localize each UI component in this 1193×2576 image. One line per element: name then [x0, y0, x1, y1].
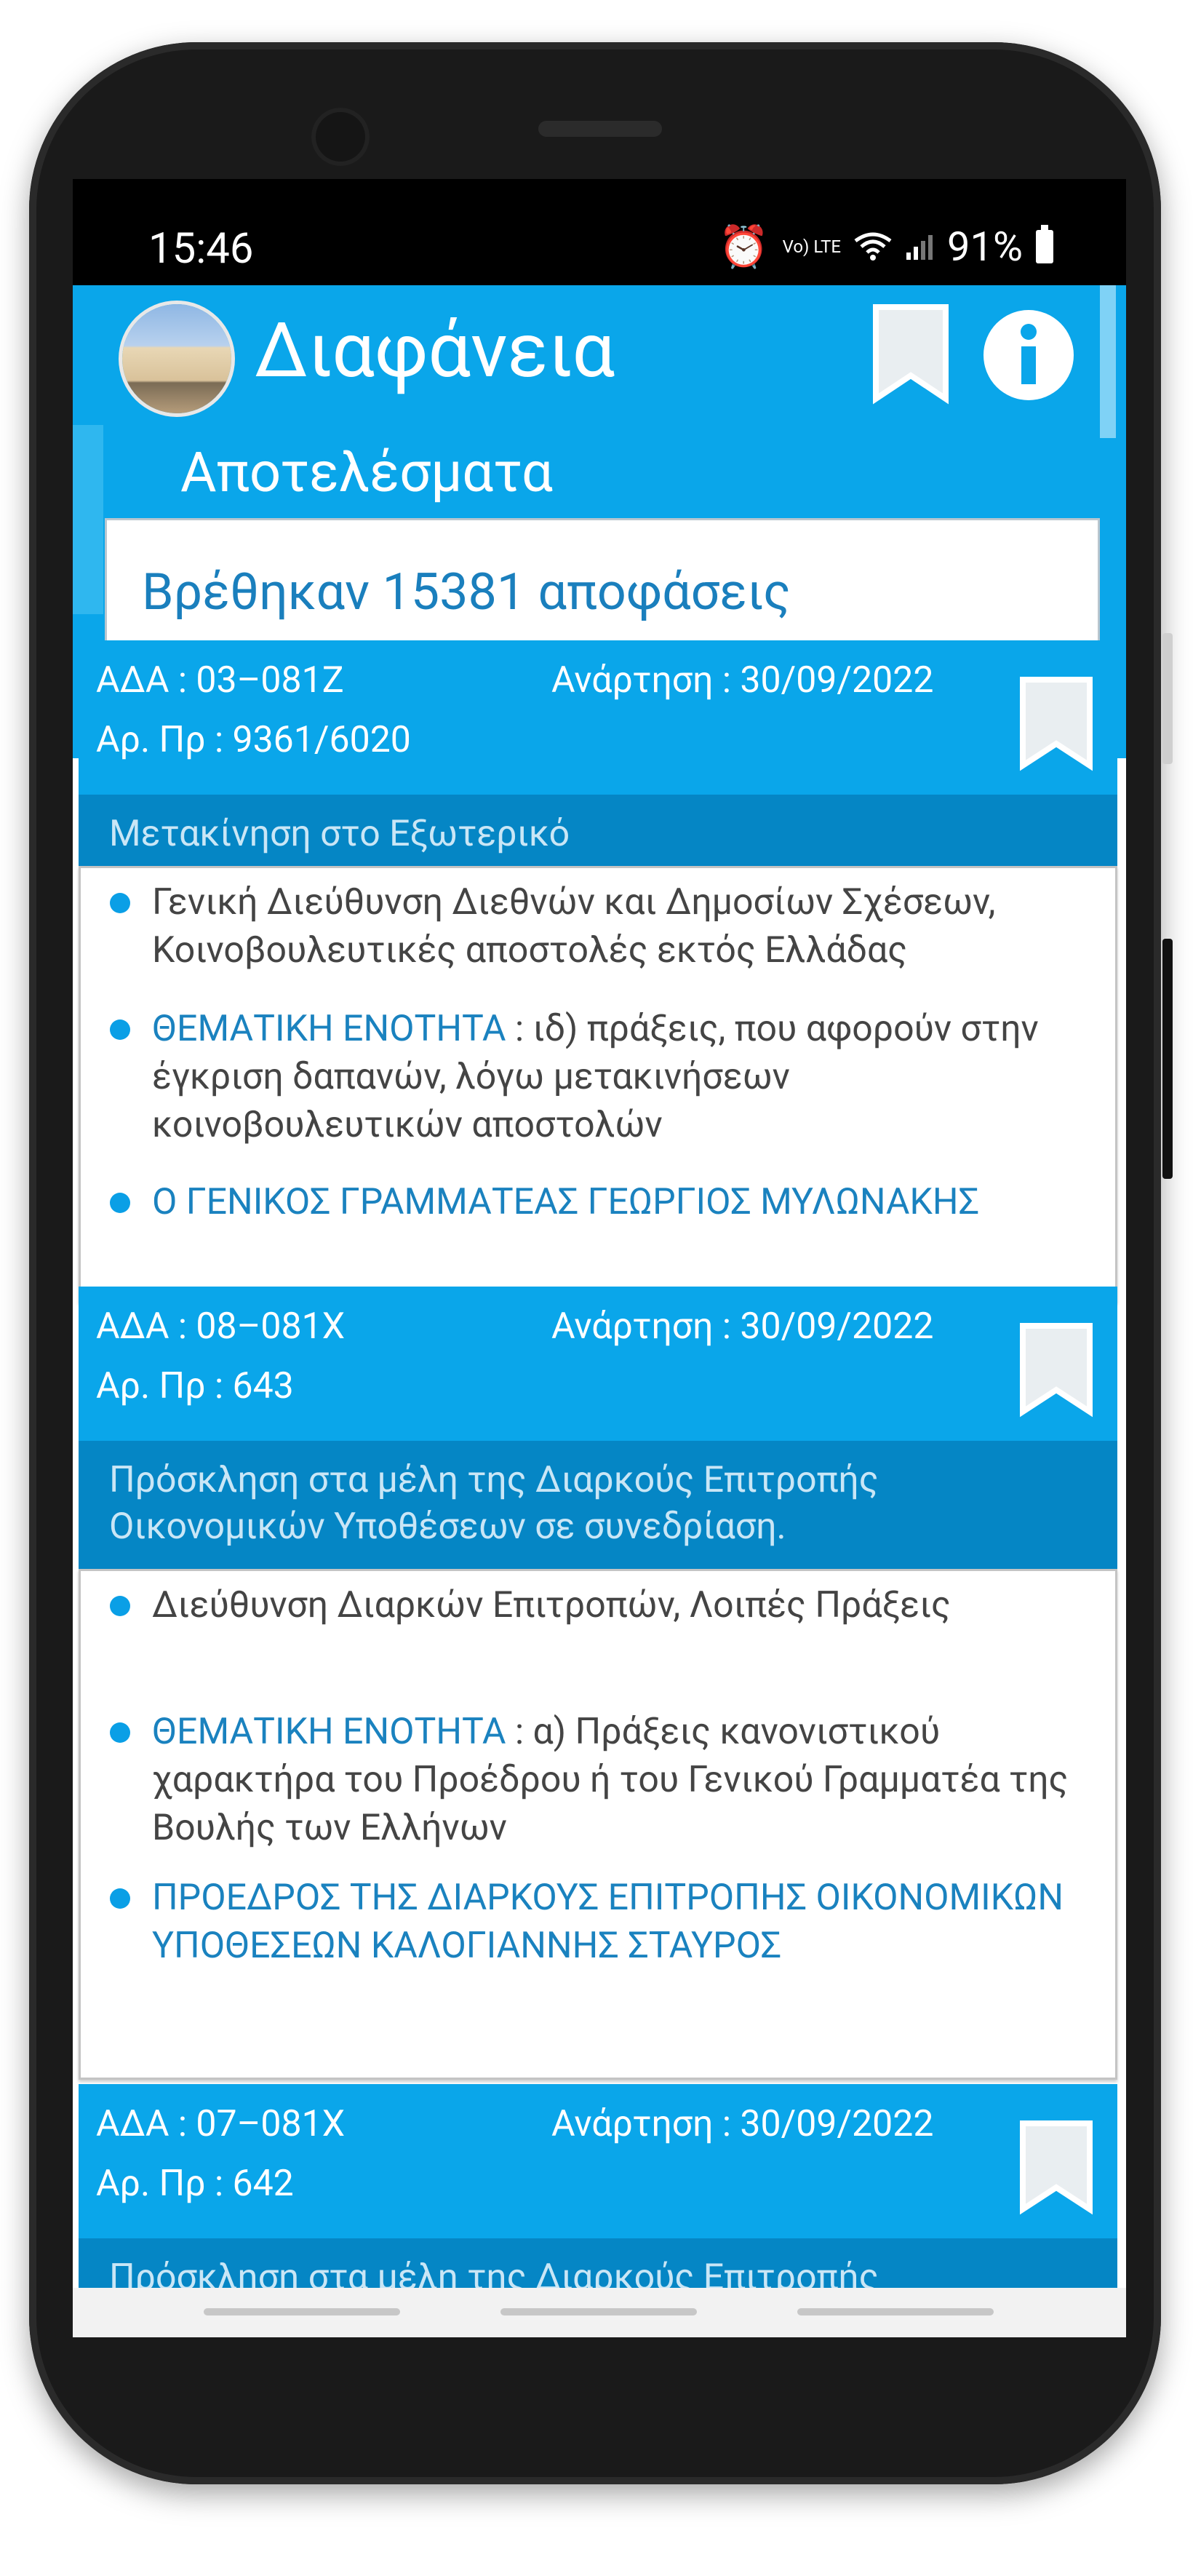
department-item: Γενική Διεύθυνση Διεθνών και Δημοσίων Σχ…: [110, 878, 1092, 974]
signal-icon: [906, 235, 933, 260]
power-key: [1162, 939, 1173, 1179]
thematic-label: ΘΕΜΑΤΙΚΗ ΕΝΟΤΗΤΑ: [152, 1008, 506, 1050]
department-text: Διεύθυνση Διαρκών Επιτροπών, Λοιπές Πράξ…: [152, 1584, 951, 1626]
results-count: Βρέθηκαν 15381 αποφάσεις: [142, 562, 791, 622]
protocol-number: Αρ. Πρ : 9361/6020: [96, 719, 411, 761]
bullet-dot: [110, 1722, 130, 1743]
card-header: ΑΔΑ : 07–081Χ Αρ. Πρ : 642 Ανάρτηση : 30…: [79, 2084, 1117, 2238]
bullet-dot: [110, 893, 130, 913]
thematic-label: ΘΕΜΑΤΙΚΗ ΕΝΟΤΗΤΑ: [152, 1711, 506, 1753]
decision-card[interactable]: ΑΔΑ : 03–081Ζ Αρ. Πρ : 9361/6020 Ανάρτησ…: [79, 640, 1117, 1304]
bullet-dot: [110, 1193, 130, 1213]
department-text: Γενική Διεύθυνση Διεθνών και Δημοσίων Σχ…: [152, 881, 996, 971]
card-details: Διεύθυνση Διαρκών Επιτροπών, Λοιπές Πράξ…: [79, 1569, 1117, 2080]
parliament-logo: [122, 304, 231, 413]
thematic-text: ΘΕΜΑΤΙΚΗ ΕΝΟΤΗΤΑ : ιδ) πράξεις, που αφορ…: [152, 1005, 1092, 1149]
bookmark-icon[interactable]: [1018, 675, 1094, 771]
card-details: Γενική Διεύθυνση Διεθνών και Δημοσίων Σχ…: [79, 866, 1117, 1303]
alarm-icon: ⏰: [718, 223, 770, 271]
status-icons: ⏰ Vo) LTE 91%: [719, 223, 1053, 271]
card-subject: Πρόσκληση στα μέλη της Διαρκούς Επιτροπή…: [79, 1441, 1117, 1569]
posting-date: Ανάρτηση : 30/09/2022: [551, 1305, 934, 1348]
signatory-item: ΠΡΟΕΔΡΟΣ ΤΗΣ ΔΙΑΡΚΟΥΣ ΕΠΙΤΡΟΠΗΣ ΟΙΚΟΝΟΜΙ…: [110, 1874, 1092, 1970]
status-bar: 15:46 ⏰ Vo) LTE 91%: [73, 179, 1126, 285]
wifi-icon: [854, 232, 892, 261]
app-title: Διαφάνεια: [255, 307, 615, 395]
protocol-number: Αρ. Πρ : 642: [96, 2163, 294, 2205]
ada-label: ΑΔΑ : 08–081Χ: [96, 1305, 346, 1348]
department-item: Διεύθυνση Διαρκών Επιτροπών, Λοιπές Πράξ…: [110, 1581, 1092, 1629]
thematic-item: ΘΕΜΑΤΙΚΗ ΕΝΟΤΗΤΑ : α) Πράξεις κανονιστικ…: [110, 1708, 1092, 1852]
signatory-text: ΠΡΟΕΔΡΟΣ ΤΗΣ ΔΙΑΡΚΟΥΣ ΕΠΙΤΡΟΠΗΣ ΟΙΚΟΝΟΜΙ…: [152, 1877, 1064, 1967]
card-header: ΑΔΑ : 03–081Ζ Αρ. Πρ : 9361/6020 Ανάρτησ…: [79, 640, 1117, 795]
volte-icon: Vo) LTE: [782, 236, 842, 257]
front-camera: [311, 108, 370, 166]
posting-date: Ανάρτηση : 30/09/2022: [551, 659, 934, 701]
battery-icon: [1036, 225, 1053, 263]
bullet-dot: [110, 1019, 130, 1040]
earpiece-speaker: [538, 121, 662, 137]
signatory-text: Ο ΓΕΝΙΚΟΣ ΓΡΑΜΜΑΤΕΑΣ ΓΕΩΡΓΙΟΣ ΜΥΛΩΝΑΚΗΣ: [152, 1181, 980, 1223]
protocol-number: Αρ. Πρ : 643: [96, 1365, 294, 1407]
card-subject: Μετακίνηση στο Εξωτερικό: [79, 795, 1117, 866]
nav-pill-right[interactable]: [797, 2308, 994, 2315]
thematic-text: ΘΕΜΑΤΙΚΗ ΕΝΟΤΗΤΑ : α) Πράξεις κανονιστικ…: [152, 1708, 1092, 1852]
results-accent: [73, 425, 103, 614]
status-time: 15:46: [148, 224, 254, 274]
bookmark-icon[interactable]: [1018, 2119, 1094, 2215]
results-title: Αποτελέσματα: [180, 440, 553, 505]
ada-label: ΑΔΑ : 03–081Ζ: [96, 659, 344, 701]
app-screen: 15:46 ⏰ Vo) LTE 91% Διαφάνεια Αποτελέσμα…: [73, 179, 1126, 2337]
header-scroll-indicator: [1100, 285, 1116, 438]
gesture-nav-bar: [73, 2288, 1126, 2337]
bookmark-icon[interactable]: [1018, 1321, 1094, 1418]
nav-pill-center[interactable]: [500, 2308, 697, 2315]
bullet-dot: [110, 1596, 130, 1616]
info-icon[interactable]: [981, 307, 1077, 403]
volume-key: [1162, 633, 1173, 764]
bullet-dot: [110, 1888, 130, 1909]
posting-date: Ανάρτηση : 30/09/2022: [551, 2103, 934, 2145]
bookmark-icon[interactable]: [871, 303, 950, 405]
thematic-item: ΘΕΜΑΤΙΚΗ ΕΝΟΤΗΤΑ : ιδ) πράξεις, που αφορ…: [110, 1005, 1092, 1149]
ada-label: ΑΔΑ : 07–081Χ: [96, 2103, 346, 2145]
nav-pill-left[interactable]: [204, 2308, 400, 2315]
decision-card[interactable]: ΑΔΑ : 08–081Χ Αρ. Πρ : 643 Ανάρτηση : 30…: [79, 1287, 1117, 2081]
battery-percentage: 91%: [947, 223, 1023, 271]
results-count-box: Βρέθηκαν 15381 αποφάσεις: [105, 518, 1100, 656]
signatory-item: Ο ΓΕΝΙΚΟΣ ΓΡΑΜΜΑΤΕΑΣ ΓΕΩΡΓΙΟΣ ΜΥΛΩΝΑΚΗΣ: [110, 1178, 1092, 1226]
card-header: ΑΔΑ : 08–081Χ Αρ. Πρ : 643 Ανάρτηση : 30…: [79, 1287, 1117, 1441]
